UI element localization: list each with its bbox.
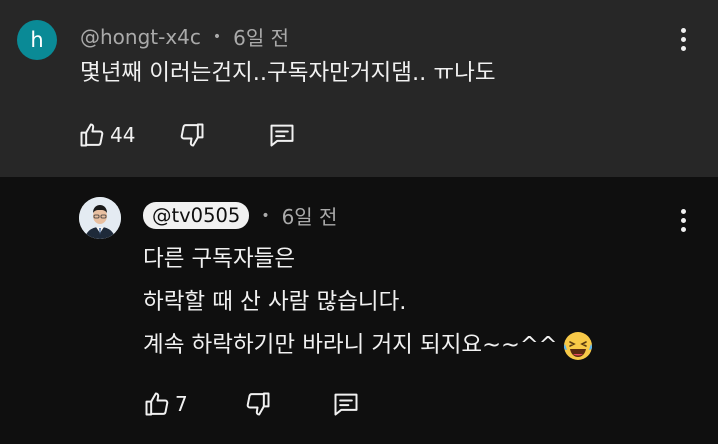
- comment-line: 하락할 때 산 사람 많습니다.: [143, 289, 407, 315]
- comment-meta: @hongt-x4c • 6일 전: [80, 22, 289, 51]
- meta-separator: •: [212, 28, 222, 45]
- dislike-button[interactable]: [244, 390, 272, 418]
- thumbs-up-icon: [80, 123, 104, 147]
- comment-icon: [334, 393, 358, 416]
- dislike-button[interactable]: [178, 121, 206, 149]
- author-name[interactable]: @hongt-x4c: [80, 25, 201, 49]
- reply-button[interactable]: [332, 390, 360, 418]
- like-count: 44: [110, 123, 136, 147]
- like-button[interactable]: 7: [143, 390, 188, 418]
- dot: [680, 36, 686, 42]
- reply-button[interactable]: [268, 121, 296, 149]
- avatar[interactable]: h: [17, 20, 57, 60]
- author-badge[interactable]: @tv0505: [143, 202, 250, 229]
- thumbs-down-icon: [246, 392, 270, 416]
- avatar[interactable]: [79, 197, 121, 239]
- dot: [680, 226, 686, 232]
- more-options-button[interactable]: [671, 24, 695, 54]
- laughing-emoji-icon: [563, 331, 592, 360]
- meta-separator: •: [261, 207, 270, 224]
- dot: [680, 27, 686, 33]
- comment-icon: [270, 124, 294, 147]
- avatar-letter: h: [30, 28, 44, 52]
- dot: [680, 208, 686, 214]
- comment-line-last: 계속 하락하기만 바라니 거지 되지요~~^^: [143, 324, 594, 367]
- comment-time: 6일 전: [233, 26, 290, 50]
- like-button[interactable]: 44: [78, 121, 135, 149]
- comment-line: 다른 구독자들은: [143, 246, 296, 272]
- thumbs-up-icon: [145, 392, 169, 416]
- comment-body: 다른 구독자들은 하락할 때 산 사람 많습니다. 계속 하락하기만 바라니 거…: [143, 238, 594, 367]
- dot: [680, 217, 686, 223]
- profile-photo: [79, 197, 121, 239]
- comment-meta: @tv0505 • 6일 전: [143, 201, 337, 230]
- more-options-button[interactable]: [671, 205, 695, 235]
- comment-line: 계속 하락하기만 바라니 거지 되지요~~^^: [143, 332, 558, 358]
- comment-body: 몇년째 이러는건지..구독자만거지댐.. ㅠ나도: [80, 60, 496, 86]
- comment-time: 6일 전: [281, 205, 338, 229]
- like-count: 7: [175, 392, 188, 416]
- dot: [680, 45, 686, 51]
- thumbs-down-icon: [180, 123, 204, 147]
